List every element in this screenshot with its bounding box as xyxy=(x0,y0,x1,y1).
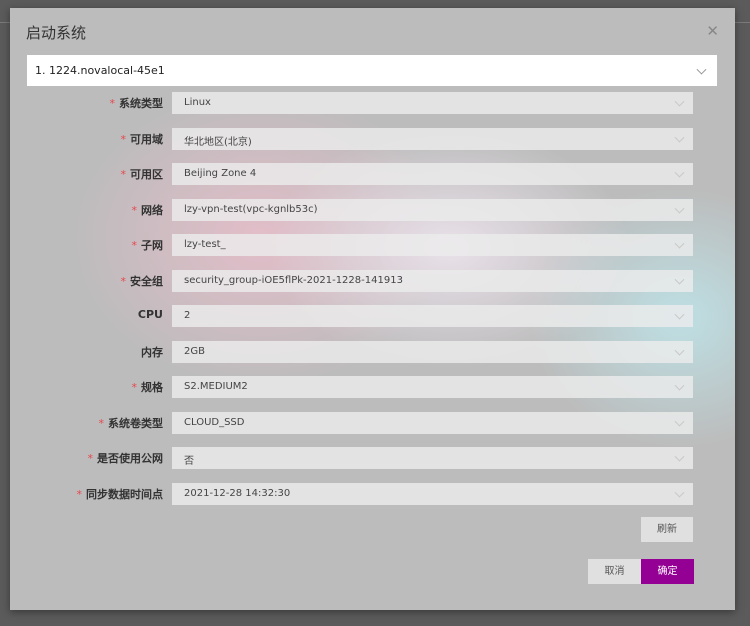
form-row: * 网络 lzy-vpn-test(vpc-kgnlb53c) xyxy=(10,198,735,221)
field-label-text: 子网 xyxy=(141,239,163,252)
launch-system-dialog: 启动系统 ✕ 1. 1224.novalocal-45e1 * 系统类型 Linux… xyxy=(10,8,735,610)
required-mark: * xyxy=(109,97,116,110)
chevron-down-icon xyxy=(674,380,685,391)
field-label-text: 规格 xyxy=(141,381,163,394)
instance-select-value: 1. 1224.novalocal-45e1 xyxy=(35,64,165,77)
field-select[interactable]: Linux xyxy=(172,92,693,114)
required-mark: * xyxy=(131,381,138,394)
field-label: * 网络 xyxy=(132,202,164,218)
field-label: * 子网 xyxy=(132,237,164,253)
field-select[interactable]: 2GB xyxy=(172,340,693,363)
field-value: S2.MEDIUM2 xyxy=(184,381,248,392)
required-mark: * xyxy=(120,168,127,181)
form-row: * 系统类型 Linux xyxy=(10,92,735,114)
field-select[interactable]: Beijing Zone 4 xyxy=(172,163,693,185)
field-label: * 是否使用公网 xyxy=(88,450,164,466)
field-label: * 同步数据时间点 xyxy=(77,486,164,502)
field-label-text: 安全组 xyxy=(130,274,163,288)
field-label-text: 系统卷类型 xyxy=(108,416,163,430)
required-mark: * xyxy=(98,416,105,430)
field-label-text: 网络 xyxy=(141,203,163,217)
chevron-down-icon xyxy=(674,132,685,143)
field-label: * 安全组 xyxy=(121,273,164,289)
field-label-text: 内存 xyxy=(141,345,163,359)
field-label: * 系统类型 xyxy=(110,95,164,111)
form-row: * 可用域 华北地区(北京) xyxy=(10,127,735,150)
field-value: lzy-vpn-test(vpc-kgnlb53c) xyxy=(184,203,318,215)
chevron-down-icon xyxy=(674,238,685,249)
chevron-down-icon xyxy=(674,451,685,462)
required-mark: * xyxy=(87,452,94,465)
chevron-down-icon xyxy=(674,487,685,498)
form-row: * 子网 lzy-test_ xyxy=(10,234,735,256)
field-select[interactable]: S2.MEDIUM2 xyxy=(172,376,693,398)
field-value: 2GB xyxy=(184,345,205,357)
chevron-down-icon xyxy=(674,96,685,107)
field-value: Linux xyxy=(184,97,211,108)
field-value: Beijing Zone 4 xyxy=(184,168,257,179)
form-row: 内存 2GB xyxy=(10,340,735,363)
dialog-title: 启动系统 xyxy=(26,24,87,42)
field-label-text: 系统类型 xyxy=(119,97,163,110)
field-value: CLOUD_SSD xyxy=(184,416,245,428)
field-select[interactable]: 华北地区(北京) xyxy=(172,127,693,150)
field-value: security_group-iOE5flPk-2021-1228-141913 xyxy=(184,274,403,286)
refresh-button[interactable]: 刷新 xyxy=(641,517,693,542)
field-value: lzy-test_ xyxy=(184,239,226,250)
chevron-down-icon xyxy=(674,309,685,320)
form-row: * 规格 S2.MEDIUM2 xyxy=(10,376,735,398)
required-mark: * xyxy=(76,487,83,501)
close-icon[interactable]: ✕ xyxy=(706,22,719,40)
field-label-text: 可用域 xyxy=(130,132,163,146)
required-mark: * xyxy=(131,239,138,252)
field-select[interactable]: 否 xyxy=(172,447,693,469)
chevron-down-icon xyxy=(696,64,707,75)
field-select[interactable]: 2021-12-28 14:32:30 xyxy=(172,482,693,505)
chevron-down-icon xyxy=(674,345,685,356)
field-label-text: 可用区 xyxy=(130,168,163,181)
field-value: 华北地区(北京) xyxy=(184,136,252,148)
form-row: * 安全组 security_group-iOE5flPk-2021-1228-14… xyxy=(10,269,735,292)
chevron-down-icon xyxy=(674,416,685,427)
required-mark: * xyxy=(131,203,138,217)
field-label: CPU xyxy=(138,308,163,321)
chevron-down-icon xyxy=(674,203,685,214)
chevron-down-icon xyxy=(674,274,685,285)
field-label: * 系统卷类型 xyxy=(99,415,164,431)
field-select[interactable]: lzy-test_ xyxy=(172,234,693,256)
required-mark: * xyxy=(120,274,127,288)
field-select[interactable]: 2 xyxy=(172,305,693,327)
confirm-button[interactable]: 确定 xyxy=(641,559,694,584)
field-select[interactable]: security_group-iOE5flPk-2021-1228-141913 xyxy=(172,269,693,292)
form-row: CPU 2 xyxy=(10,305,735,327)
form-row: * 系统卷类型 CLOUD_SSD xyxy=(10,411,735,434)
field-label-text: CPU xyxy=(137,308,163,321)
form-row: * 可用区 Beijing Zone 4 xyxy=(10,163,735,185)
field-label: * 可用域 xyxy=(121,131,164,147)
field-label: * 可用区 xyxy=(121,166,164,182)
chevron-down-icon xyxy=(674,167,685,178)
required-mark: * xyxy=(120,132,127,146)
cancel-button[interactable]: 取消 xyxy=(588,559,641,584)
field-select[interactable]: lzy-vpn-test(vpc-kgnlb53c) xyxy=(172,198,693,221)
form-row: * 是否使用公网 否 xyxy=(10,447,735,469)
field-select[interactable]: CLOUD_SSD xyxy=(172,411,693,434)
field-label: 内存 xyxy=(141,344,163,360)
field-value: 2 xyxy=(184,310,191,321)
field-label: * 规格 xyxy=(132,379,164,395)
field-value: 2021-12-28 14:32:30 xyxy=(184,487,291,499)
field-value: 否 xyxy=(184,456,194,467)
instance-select[interactable]: 1. 1224.novalocal-45e1 xyxy=(27,55,717,86)
form-row: * 同步数据时间点 2021-12-28 14:32:30 xyxy=(10,482,735,505)
field-label-text: 是否使用公网 xyxy=(97,452,163,465)
field-label-text: 同步数据时间点 xyxy=(86,487,163,501)
